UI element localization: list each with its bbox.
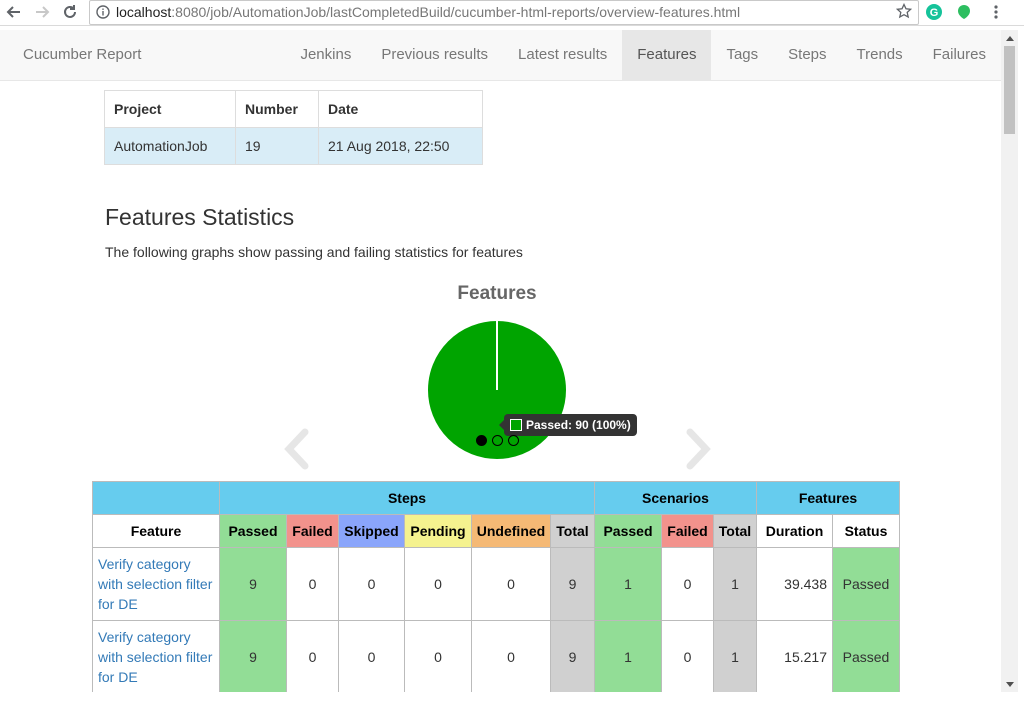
col-header-scenarios-failed[interactable]: Failed [661,514,714,548]
project-value: AutomationJob [104,127,236,165]
steps-cell: 0 [471,620,551,692]
scenarios-cell: 1 [713,547,757,621]
section-description: The following graphs show passing and fa… [105,244,523,260]
forward-arrow-icon[interactable] [32,2,52,22]
group-header-steps: Steps [219,481,595,515]
feature-stats-container: Steps Scenarios Features Feature Passed … [92,481,902,692]
nav-item-trends[interactable]: Trends [842,30,918,80]
group-header-empty [92,481,220,515]
steps-cell: 9 [550,547,595,621]
report-navbar: Cucumber Report Jenkins Previous results L… [0,30,1001,81]
evernote-extension-icon[interactable] [954,2,974,22]
tooltip-swatch [510,419,522,431]
feature-stats-table: Steps Scenarios Features Feature Passed … [92,481,900,692]
scroll-down-icon[interactable] [1001,677,1018,692]
project-header: Project [104,90,236,128]
number-value: 19 [235,127,319,165]
table-row: Verify category with selection filter fo… [92,620,900,692]
group-header-features: Features [756,481,900,515]
scroll-up-icon[interactable] [1001,30,1018,45]
col-header-scenarios-total[interactable]: Total [713,514,757,548]
address-bar[interactable]: localhost:8080/job/AutomationJob/lastCom… [89,0,919,25]
bookmark-star-icon[interactable] [895,2,913,24]
col-header-steps-pending[interactable]: Pending [404,514,472,548]
carousel-next-icon[interactable] [684,428,712,475]
browser-menu-icon[interactable] [986,2,1006,22]
carousel-dot[interactable] [476,435,487,446]
col-header-scenarios-passed[interactable]: Passed [594,514,662,548]
steps-cell: 9 [219,620,287,692]
scenarios-cell: 1 [713,620,757,692]
group-header-scenarios: Scenarios [594,481,757,515]
steps-cell: 0 [404,547,472,621]
scenarios-cell: 1 [594,547,662,621]
steps-cell: 0 [404,620,472,692]
col-header-steps-skipped[interactable]: Skipped [338,514,405,548]
col-header-feature[interactable]: Feature [92,514,220,548]
carousel-dot[interactable] [508,435,519,446]
nav-item-failures[interactable]: Failures [918,30,1001,80]
carousel-dot[interactable] [492,435,503,446]
scroll-thumb[interactable] [1004,46,1015,134]
steps-cell: 0 [338,620,405,692]
status-cell: Passed [832,620,900,692]
browser-toolbar: localhost:8080/job/AutomationJob/lastCom… [0,0,1024,26]
status-cell: Passed [832,547,900,621]
col-header-steps-undefined[interactable]: Undefined [471,514,551,548]
carousel-indicators [476,435,519,446]
back-arrow-icon[interactable] [4,2,24,22]
col-header-status[interactable]: Status [832,514,900,548]
navbar-brand[interactable]: Cucumber Report [23,46,141,63]
nav-item-previous-results[interactable]: Previous results [366,30,503,80]
tooltip-text: Passed: 90 (100%) [526,418,631,432]
steps-cell: 0 [286,547,339,621]
scenarios-cell: 0 [661,620,714,692]
info-icon[interactable] [96,5,110,24]
steps-cell: 0 [286,620,339,692]
steps-cell: 0 [338,547,405,621]
duration-cell: 39.438 [756,547,833,621]
reload-icon[interactable] [60,2,80,22]
date-value: 21 Aug 2018, 22:50 [318,127,483,165]
nav-item-latest-results[interactable]: Latest results [503,30,622,80]
table-row: Verify category with selection filter fo… [92,547,900,621]
grammarly-extension-icon[interactable]: G [924,2,944,22]
col-header-steps-passed[interactable]: Passed [219,514,287,548]
nav-item-features[interactable]: Features [622,30,712,80]
col-header-steps-total[interactable]: Total [550,514,595,548]
section-title: Features Statistics [105,204,295,230]
duration-cell: 15.217 [756,620,833,692]
page-scrollbar[interactable] [1001,30,1018,692]
col-header-steps-failed[interactable]: Failed [286,514,339,548]
scenarios-cell: 1 [594,620,662,692]
svg-text:G: G [930,7,939,19]
nav-item-jenkins[interactable]: Jenkins [285,30,366,80]
nav-item-tags[interactable]: Tags [711,30,773,80]
number-header: Number [235,90,319,128]
carousel-prev-icon[interactable] [283,428,311,475]
steps-cell: 0 [471,547,551,621]
feature-link[interactable]: Verify category with selection filter fo… [92,620,220,692]
date-header: Date [318,90,483,128]
navbar-menu: Jenkins Previous results Latest results Fea… [285,30,1001,80]
steps-cell: 9 [550,620,595,692]
url-text: localhost:8080/job/AutomationJob/lastCom… [116,4,741,20]
scenarios-cell: 0 [661,547,714,621]
steps-cell: 9 [219,547,287,621]
chart-title: Features [457,283,537,304]
col-header-duration[interactable]: Duration [756,514,833,548]
nav-item-steps[interactable]: Steps [773,30,841,80]
feature-link[interactable]: Verify category with selection filter fo… [92,547,220,621]
chart-tooltip: Passed: 90 (100%) [499,414,637,436]
build-info-table: Project Number Date AutomationJob 19 21 … [104,90,483,165]
